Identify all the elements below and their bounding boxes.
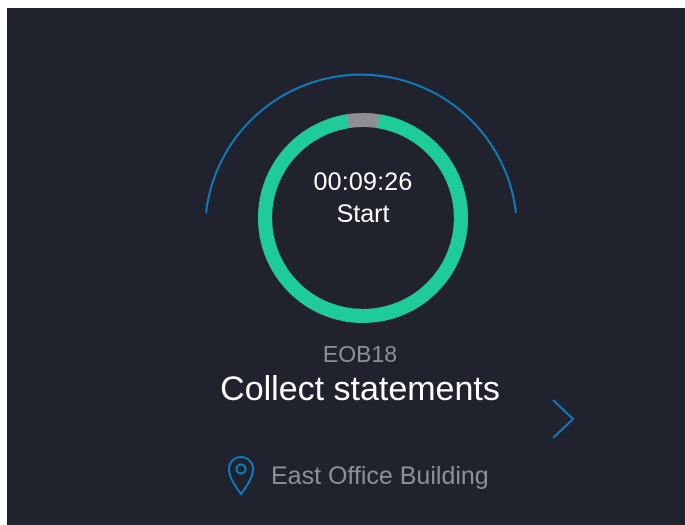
elapsed-time: 00:09:26 [313, 168, 413, 196]
location-pin-icon [227, 456, 255, 496]
task-timer-screen: 00:09:26 Start EOB18 Collect statements … [7, 8, 685, 525]
task-title: Collect statements [220, 370, 500, 408]
task-code: EOB18 [322, 341, 398, 367]
chevron-right-icon[interactable] [547, 396, 577, 442]
start-label[interactable]: Start [260, 200, 466, 229]
location-name: East Office Building [271, 461, 489, 490]
task-location: East Office Building [227, 456, 489, 496]
